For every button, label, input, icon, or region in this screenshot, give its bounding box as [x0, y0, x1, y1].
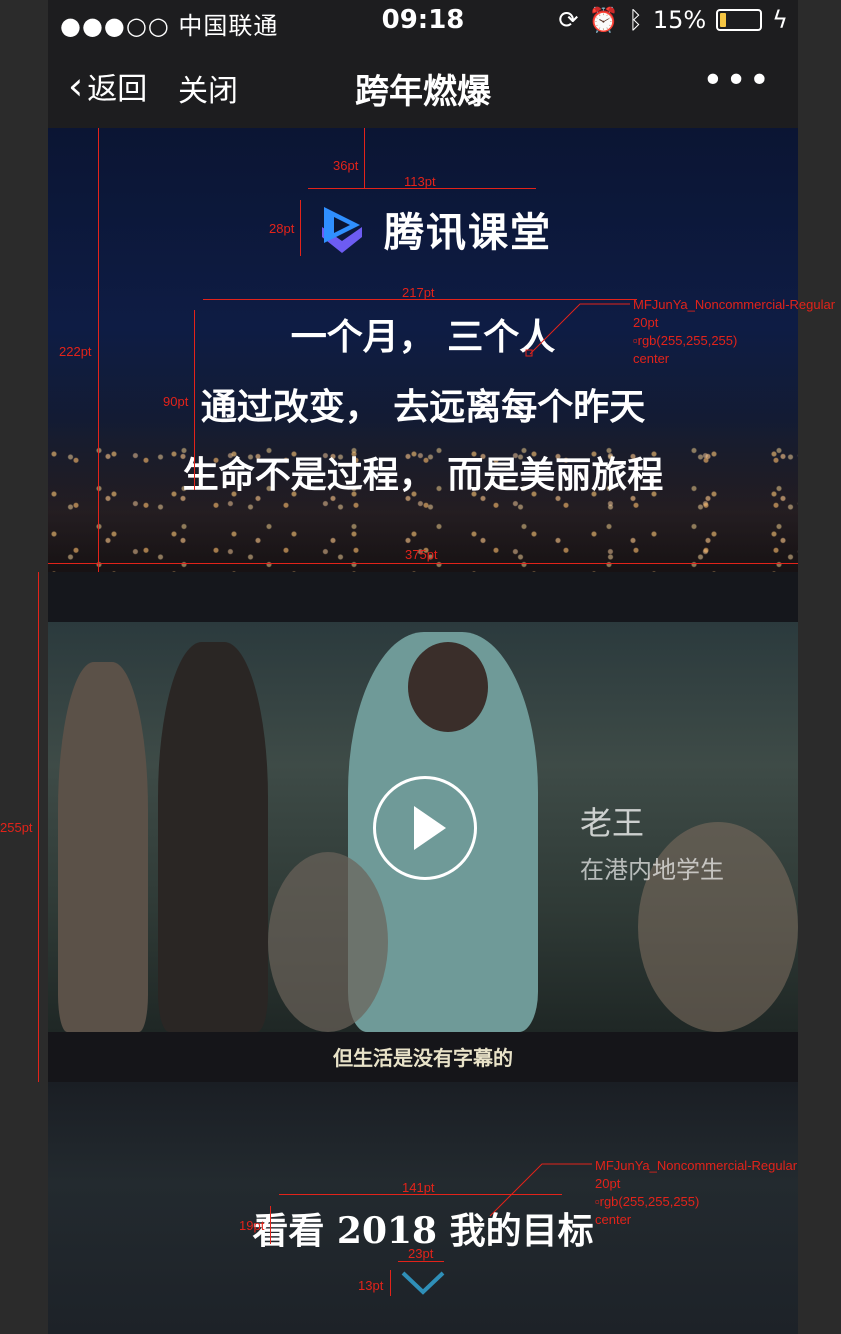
align-spec: center [595, 1212, 632, 1227]
alarm-icon: ⏰ [588, 6, 619, 34]
color-spec: ▫rgb(255,255,255) [595, 1194, 700, 1209]
annotation-label: 255pt [0, 820, 33, 835]
navigation-bar: ‹ 返回 关闭 跨年燃爆 ••• [48, 42, 798, 128]
play-logo-icon [322, 207, 362, 253]
annotation-label: 28pt [269, 221, 295, 236]
annotation-label: 90pt [163, 394, 189, 409]
subtitle-bar: 但生活是没有字幕的 [48, 1032, 798, 1082]
crowd-person [58, 662, 148, 1032]
size-spec: 20pt [633, 315, 659, 330]
font-spec: MFJunYa_Noncommercial-Regular [633, 297, 836, 312]
annotation-label: 36pt [333, 158, 359, 173]
annotation-line [398, 1261, 444, 1262]
annotation-line [48, 563, 798, 564]
annotation-label: 222pt [59, 344, 92, 359]
annotation-line [270, 1206, 271, 1244]
annotation-label: 23pt [408, 1246, 434, 1261]
hero-line-2: 通过改变， 去远离每个昨天 [200, 386, 646, 428]
page-title: 跨年燃爆 [355, 72, 491, 112]
annotation-label: 19pt [239, 1218, 265, 1233]
annotation-leader [489, 1163, 592, 1217]
spacer-band [48, 572, 798, 622]
battery-percent: 15% [652, 6, 707, 34]
annotation-label: 217pt [402, 285, 435, 300]
blur-foreground [268, 852, 388, 1032]
phone-screen: ●●●○○ 中国联通 09:18 ⟳ ⏰ ᛒ 15% ϟ ‹ 返回 关闭 跨年燃… [48, 0, 798, 1334]
logo-text: 腾讯课堂 [384, 210, 552, 256]
font-spec: MFJunYa_Noncommercial-Regular [595, 1158, 798, 1173]
rotation-lock-icon: ⟳ [558, 6, 579, 34]
hero-banner: 腾讯课堂 一个月， 三个人 通过改变， 去远离每个昨天 生命不是过程， 而是美丽… [48, 128, 798, 572]
size-spec: 20pt [595, 1176, 621, 1191]
annotation-line [364, 128, 365, 188]
subject-head [408, 642, 488, 732]
video-player[interactable]: 老王 在港内地学生 [48, 622, 798, 1032]
status-right: ⟳ ⏰ ᛒ 15% ϟ [558, 6, 788, 34]
bluetooth-icon: ᛒ [628, 6, 643, 34]
tencent-classroom-logo: 腾讯课堂 [310, 200, 552, 258]
align-spec: center [633, 351, 670, 366]
video-role: 在港内地学生 [580, 856, 724, 884]
annotation-label: 113pt [404, 174, 436, 189]
subtitle-text: 但生活是没有字幕的 [333, 1046, 513, 1070]
hero-line-3: 生命不是过程， 而是美丽旅程 [182, 454, 664, 496]
play-button-icon[interactable] [373, 776, 477, 880]
annotation-line [38, 572, 39, 1082]
annotation-line [98, 128, 99, 572]
charging-icon: ϟ [772, 6, 788, 34]
more-icon[interactable]: ••• [702, 60, 772, 101]
annotation-line [300, 200, 301, 256]
status-bar: ●●●○○ 中国联通 09:18 ⟳ ⏰ ᛒ 15% ϟ [48, 0, 798, 42]
annotation-leader [525, 303, 630, 357]
color-spec: ▫rgb(255,255,255) [633, 333, 738, 348]
chevron-down-icon[interactable] [400, 1270, 446, 1296]
annotation-label: 141pt [402, 1180, 435, 1195]
annotation-line [390, 1270, 391, 1296]
annotation-label: 13pt [358, 1278, 384, 1293]
battery-icon [716, 9, 763, 31]
crowd-person [158, 642, 268, 1032]
video-name: 老王 [580, 804, 645, 842]
annotation-label: 375pt [405, 547, 438, 562]
annotation-line [194, 310, 195, 490]
